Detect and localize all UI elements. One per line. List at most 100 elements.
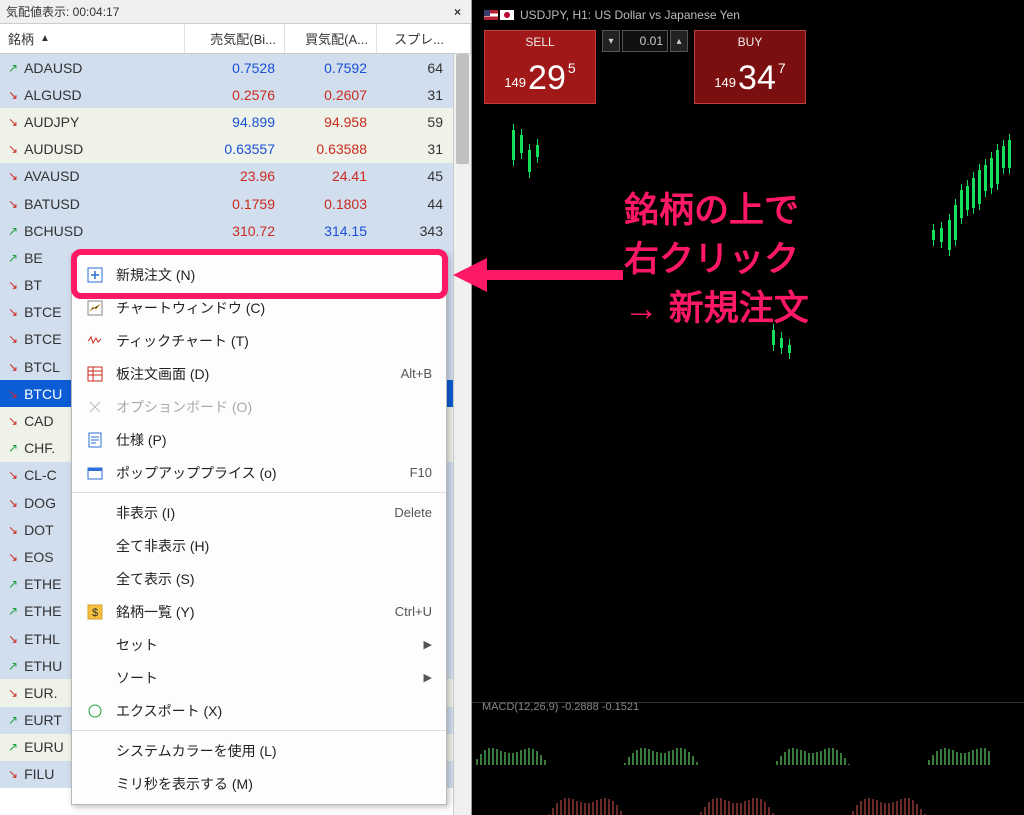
cell-ask: 0.63588: [285, 141, 377, 157]
blank-icon: [86, 570, 104, 588]
col-spread[interactable]: スプレ...: [377, 24, 471, 53]
scroll-thumb[interactable]: [456, 54, 469, 164]
menu-item[interactable]: 全て表示 (S): [72, 562, 446, 595]
menu-item[interactable]: 新規注文 (N): [72, 258, 446, 291]
cell-ask: 0.2607: [285, 87, 377, 103]
submenu-arrow-icon: ▶: [424, 671, 432, 684]
menu-label: セット: [116, 635, 412, 655]
table-header: 銘柄▲ 売気配(Bi... 買気配(A... スプレ...: [0, 24, 471, 54]
trend-up-icon: ↗: [8, 441, 18, 455]
trend-down-icon: ↘: [8, 686, 18, 700]
menu-item[interactable]: エクスポート (X): [72, 694, 446, 727]
menu-item[interactable]: ポップアッププライス (o)F10: [72, 456, 446, 489]
table-row[interactable]: ↗ADAUSD0.75280.759264: [0, 54, 471, 81]
menu-label: 新規注文 (N): [116, 265, 432, 285]
menu-label: 全て表示 (S): [116, 569, 432, 589]
spec-icon: [86, 431, 104, 449]
menu-shortcut: Delete: [394, 505, 432, 520]
trend-up-icon: ↗: [8, 740, 18, 754]
cell-symbol: ↘AUDJPY: [0, 114, 185, 130]
table-row[interactable]: ↘AVAUSD23.9624.4145: [0, 163, 471, 190]
sell-button[interactable]: SELL 149 29 5: [484, 30, 596, 104]
menu-item[interactable]: ソート ▶: [72, 661, 446, 694]
volume-input[interactable]: [622, 30, 668, 52]
option-icon: [86, 398, 104, 416]
menu-item[interactable]: ティックチャート (T): [72, 324, 446, 357]
cell-symbol: ↘BATUSD: [0, 196, 185, 212]
trend-down-icon: ↘: [8, 360, 18, 374]
sell-price: 149 29 5: [485, 53, 595, 103]
menu-item[interactable]: 非表示 (I) Delete: [72, 496, 446, 529]
buy-button[interactable]: BUY 149 34 7: [694, 30, 806, 104]
tick-chart-icon: [86, 332, 104, 350]
cell-bid: 94.899: [185, 114, 285, 130]
blank-icon: [86, 742, 104, 760]
context-menu: 新規注文 (N) チャートウィンドウ (C) ティックチャート (T)板注文画面 (…: [71, 253, 447, 805]
submenu-arrow-icon: ▶: [424, 638, 432, 651]
menu-item[interactable]: セット ▶: [72, 628, 446, 661]
cell-ask: 24.41: [285, 168, 377, 184]
blank-icon: [86, 636, 104, 654]
table-row[interactable]: ↗BCHUSD310.72314.15343: [0, 217, 471, 244]
chart-window-icon: [86, 299, 104, 317]
menu-label: 非表示 (I): [116, 503, 382, 523]
volume-up-button[interactable]: ▴: [670, 30, 688, 52]
menu-item[interactable]: システムカラーを使用 (L): [72, 734, 446, 767]
trend-down-icon: ↘: [8, 550, 18, 564]
menu-shortcut: F10: [410, 465, 432, 480]
trend-down-icon: ↘: [8, 767, 18, 781]
popup-icon: [86, 464, 104, 482]
buy-label: BUY: [695, 31, 805, 53]
menu-item[interactable]: ミリ秒を表示する (M): [72, 767, 446, 800]
trend-down-icon: ↘: [8, 414, 18, 428]
trend-down-icon: ↘: [8, 305, 18, 319]
table-row[interactable]: ↘ALGUSD0.25760.260731: [0, 81, 471, 108]
col-bid[interactable]: 売気配(Bi...: [185, 24, 285, 53]
col-symbol[interactable]: 銘柄▲: [0, 24, 185, 53]
cell-bid: 0.7528: [185, 60, 285, 76]
menu-item[interactable]: チャートウィンドウ (C): [72, 291, 446, 324]
cell-ask: 0.1803: [285, 196, 377, 212]
menu-item[interactable]: $銘柄一覧 (Y)Ctrl+U: [72, 595, 446, 628]
trend-down-icon: ↘: [8, 632, 18, 646]
cell-bid: 0.2576: [185, 87, 285, 103]
chart-panel: USDJPY, H1: US Dollar vs Japanese Yen SE…: [472, 0, 1024, 815]
close-icon[interactable]: ×: [450, 5, 465, 19]
chart-title: USDJPY, H1: US Dollar vs Japanese Yen: [484, 8, 740, 22]
macd-label: MACD(12,26,9) -0.2888 -0.1521: [482, 701, 639, 713]
col-ask[interactable]: 買気配(A...: [285, 24, 377, 53]
trend-down-icon: ↘: [8, 142, 18, 156]
blank-icon: [86, 504, 104, 522]
trend-up-icon: ↗: [8, 659, 18, 673]
menu-label: ソート: [116, 668, 412, 688]
trend-down-icon: ↘: [8, 197, 18, 211]
menu-label: ミリ秒を表示する (M): [116, 774, 432, 794]
table-row[interactable]: ↘BATUSD0.17590.180344: [0, 190, 471, 217]
cell-ask: 314.15: [285, 223, 377, 239]
trend-up-icon: ↗: [8, 604, 18, 618]
table-row[interactable]: ↘AUDUSD0.635570.6358831: [0, 136, 471, 163]
cell-ask: 0.7592: [285, 60, 377, 76]
annotation-text: 銘柄の上で 右クリック → 新規注文: [624, 186, 809, 333]
menu-label: チャートウィンドウ (C): [116, 298, 432, 318]
buy-price: 149 34 7: [695, 53, 805, 103]
cell-symbol: ↘ALGUSD: [0, 87, 185, 103]
menu-label: 仕様 (P): [116, 430, 432, 450]
trend-down-icon: ↘: [8, 169, 18, 183]
table-row[interactable]: ↘AUDJPY94.89994.95859: [0, 108, 471, 135]
symbol-flags-icon: [484, 10, 514, 20]
menu-item[interactable]: 全て非表示 (H): [72, 529, 446, 562]
cell-symbol: ↗ADAUSD: [0, 60, 185, 76]
blank-icon: [86, 669, 104, 687]
cell-bid: 23.96: [185, 168, 285, 184]
menu-item[interactable]: 仕様 (P): [72, 423, 446, 456]
volume-down-button[interactable]: ▾: [602, 30, 620, 52]
scrollbar[interactable]: [453, 54, 471, 815]
trend-up-icon: ↗: [8, 577, 18, 591]
blank-icon: [86, 775, 104, 793]
cell-symbol: ↗BCHUSD: [0, 223, 185, 239]
trade-panel: SELL 149 29 5 ▾ ▴ BUY 149 34 7: [484, 30, 806, 104]
menu-item[interactable]: 板注文画面 (D)Alt+B: [72, 357, 446, 390]
svg-text:$: $: [92, 607, 98, 619]
cell-ask: 94.958: [285, 114, 377, 130]
